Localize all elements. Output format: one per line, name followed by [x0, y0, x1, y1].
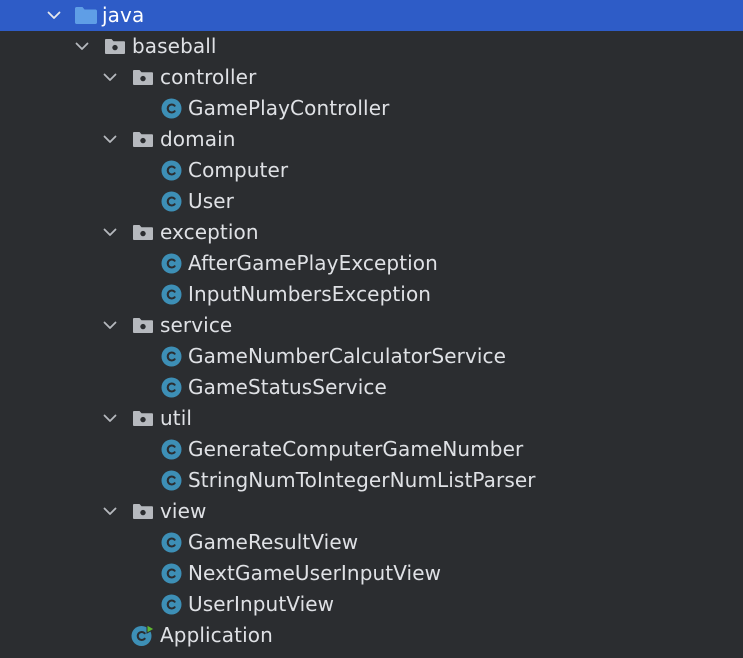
package-folder-icon [131, 62, 155, 93]
tree-node-class[interactable]: GameStatusService [0, 372, 743, 403]
tree-node-java[interactable]: java [0, 0, 743, 31]
tree-node-label: StringNumToIntegerNumListParser [188, 468, 536, 492]
chevron-down-icon[interactable] [101, 496, 119, 527]
java-class-icon [160, 589, 182, 620]
package-folder-icon [103, 31, 127, 62]
project-tree: java baseball controller GamePlayControl… [0, 0, 743, 658]
tree-node-controller[interactable]: controller [0, 62, 743, 93]
tree-node-label: exception [160, 220, 259, 244]
tree-node-label: UserInputView [188, 592, 335, 616]
tree-node-label: view [160, 499, 207, 523]
package-folder-icon [131, 310, 155, 341]
tree-node-label: User [188, 189, 234, 213]
chevron-down-icon[interactable] [101, 217, 119, 248]
tree-node-class[interactable]: StringNumToIntegerNumListParser [0, 465, 743, 496]
tree-node-label: domain [160, 127, 236, 151]
java-class-icon [160, 465, 182, 496]
tree-node-label: Computer [188, 158, 289, 182]
source-folder-icon [74, 0, 98, 31]
java-class-icon [160, 341, 182, 372]
package-folder-icon [131, 496, 155, 527]
tree-node-class[interactable]: GamePlayController [0, 93, 743, 124]
tree-node-class[interactable]: GenerateComputerGameNumber [0, 434, 743, 465]
java-class-icon [160, 279, 182, 310]
tree-node-service[interactable]: service [0, 310, 743, 341]
tree-node-class[interactable]: AfterGamePlayException [0, 248, 743, 279]
java-class-icon [160, 527, 182, 558]
package-folder-icon [131, 124, 155, 155]
java-class-icon [160, 558, 182, 589]
java-class-icon [160, 248, 182, 279]
tree-node-label: controller [160, 65, 257, 89]
chevron-down-icon[interactable] [73, 31, 91, 62]
chevron-down-icon[interactable] [101, 403, 119, 434]
java-class-icon [160, 93, 182, 124]
tree-node-class[interactable]: Computer [0, 155, 743, 186]
tree-node-label: GenerateComputerGameNumber [188, 437, 524, 461]
tree-node-label: Application [160, 623, 273, 647]
tree-node-domain[interactable]: domain [0, 124, 743, 155]
tree-node-util[interactable]: util [0, 403, 743, 434]
tree-node-label: java [102, 3, 145, 27]
tree-node-label: service [160, 313, 233, 337]
package-folder-icon [131, 217, 155, 248]
tree-node-label: AfterGamePlayException [188, 251, 438, 275]
package-folder-icon [131, 403, 155, 434]
chevron-down-icon[interactable] [101, 124, 119, 155]
tree-node-label: GameNumberCalculatorService [188, 344, 507, 368]
tree-node-class[interactable]: GameNumberCalculatorService [0, 341, 743, 372]
java-class-icon [160, 434, 182, 465]
tree-node-application[interactable]: Application [0, 620, 743, 651]
java-class-icon [160, 155, 182, 186]
tree-node-label: GameStatusService [188, 375, 387, 399]
tree-node-view[interactable]: view [0, 496, 743, 527]
tree-node-class[interactable]: GameResultView [0, 527, 743, 558]
tree-node-class[interactable]: UserInputView [0, 589, 743, 620]
tree-node-label: util [160, 406, 193, 430]
tree-node-class[interactable]: InputNumbersException [0, 279, 743, 310]
tree-node-baseball[interactable]: baseball [0, 31, 743, 62]
tree-node-exception[interactable]: exception [0, 217, 743, 248]
tree-node-label: InputNumbersException [188, 282, 432, 306]
tree-node-label: NextGameUserInputView [188, 561, 442, 585]
chevron-down-icon[interactable] [101, 310, 119, 341]
tree-node-class[interactable]: NextGameUserInputView [0, 558, 743, 589]
tree-node-label: GameResultView [188, 530, 359, 554]
java-class-icon [160, 186, 182, 217]
tree-node-label: GamePlayController [188, 96, 390, 120]
tree-node-label: baseball [132, 34, 217, 58]
tree-node-class[interactable]: User [0, 186, 743, 217]
java-class-icon [160, 372, 182, 403]
chevron-down-icon[interactable] [101, 62, 119, 93]
chevron-down-icon[interactable] [45, 0, 63, 31]
runnable-class-icon [131, 620, 155, 651]
